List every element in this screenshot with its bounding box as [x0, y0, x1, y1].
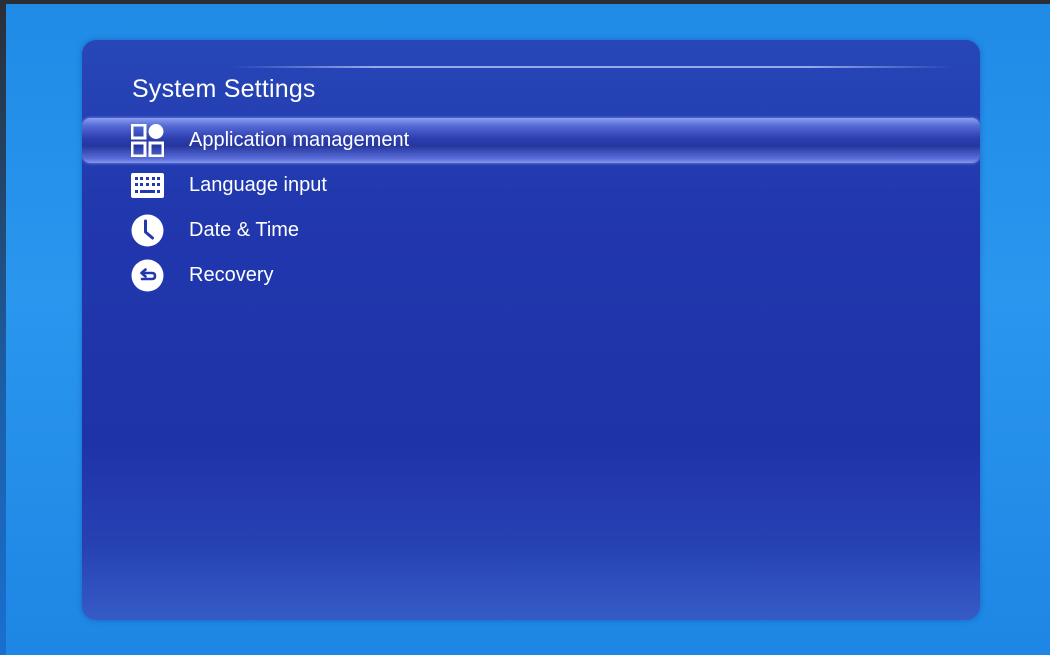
settings-panel: System Settings Application management L…: [82, 40, 980, 620]
menu-item-application-management[interactable]: Application management: [82, 118, 980, 163]
menu-item-language-input[interactable]: Language input: [82, 163, 980, 208]
menu-item-label: Recovery: [189, 264, 274, 286]
screen-top-bezel: [0, 0, 1050, 4]
menu-item-label: Language input: [189, 174, 327, 196]
panel-top-divider: [232, 66, 952, 68]
menu-item-label: Date & Time: [189, 219, 300, 241]
apps-grid-icon: [131, 124, 164, 157]
keyboard-icon: [131, 169, 164, 202]
panel-bottom-sheen: [82, 548, 980, 620]
menu-item-recovery[interactable]: Recovery: [82, 253, 980, 298]
clock-icon: [131, 214, 164, 247]
settings-menu: Application management Language input Da…: [82, 118, 980, 298]
page-title: System Settings: [132, 75, 316, 103]
screen-left-bezel: [0, 0, 6, 655]
recovery-icon: [131, 259, 164, 292]
menu-item-date-time[interactable]: Date & Time: [82, 208, 980, 253]
menu-item-label: Application management: [189, 129, 410, 151]
